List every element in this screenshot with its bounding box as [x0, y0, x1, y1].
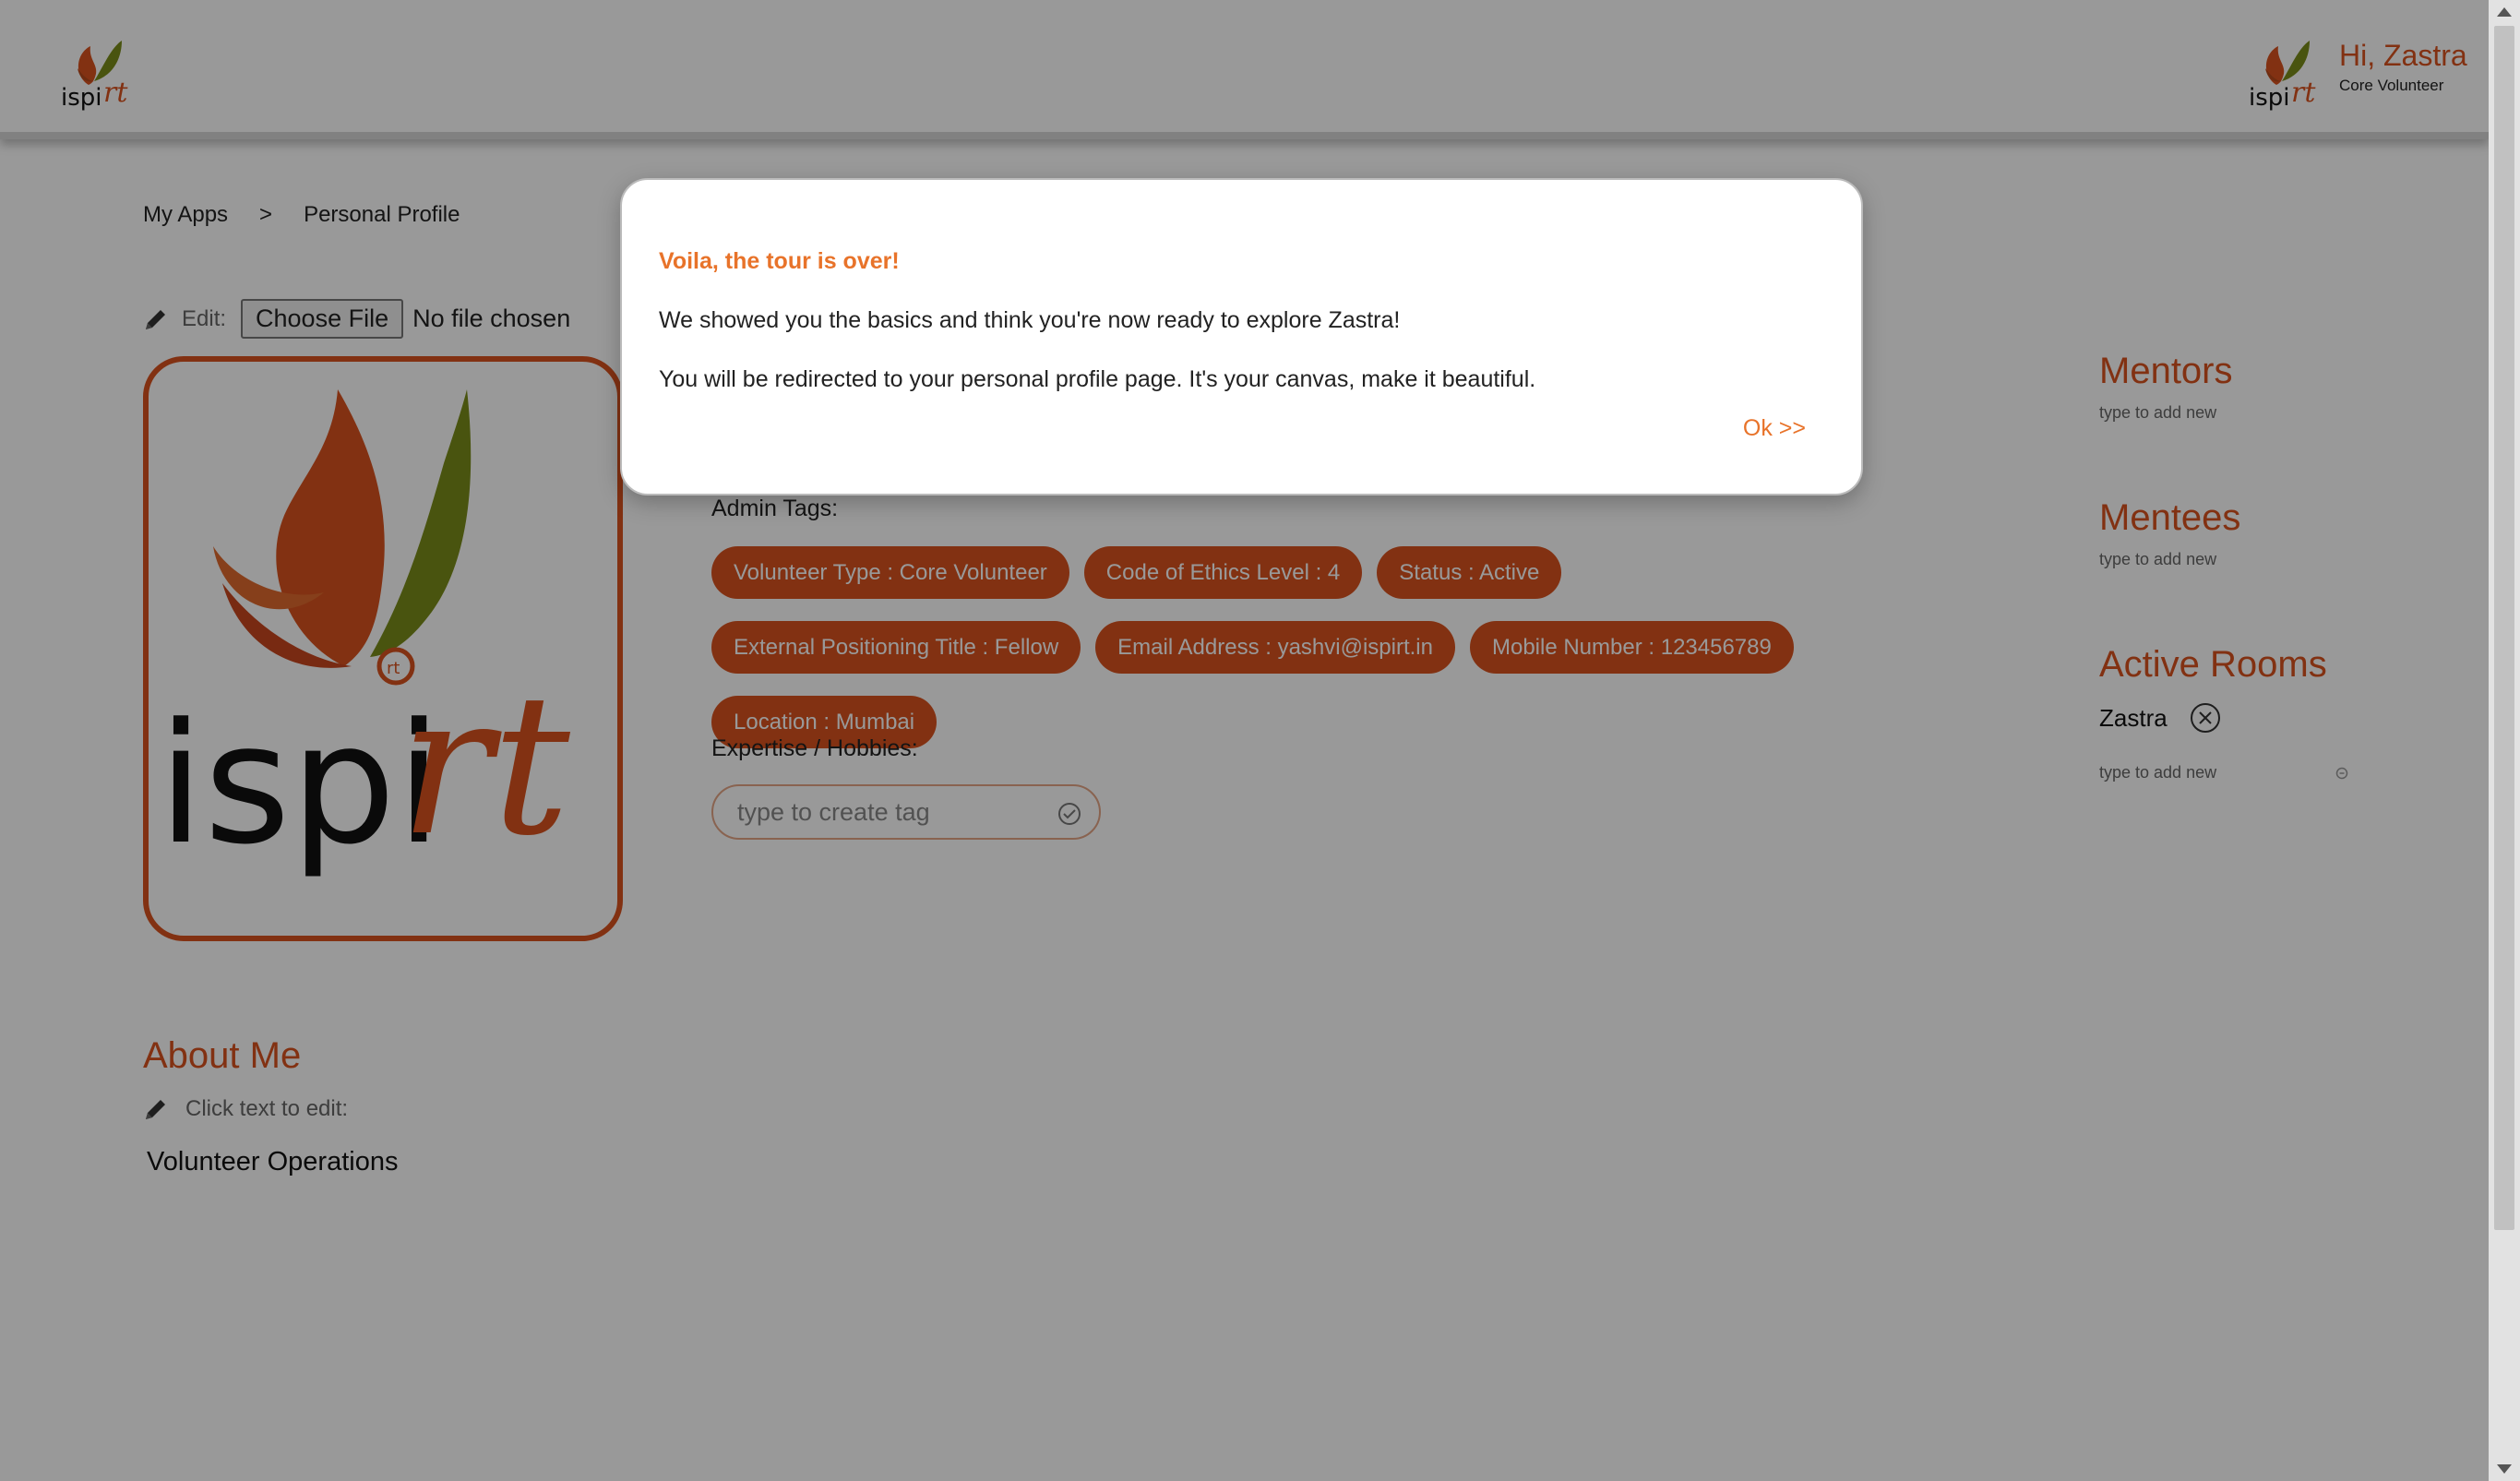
scroll-up-arrow-icon[interactable] — [2497, 7, 2512, 17]
dialog-message-redirect: You will be redirected to your personal … — [659, 366, 1536, 392]
dialog-message: We showed you the basics and think you'r… — [659, 307, 1401, 333]
page-scrollbar[interactable] — [2489, 0, 2520, 1481]
tour-complete-dialog: Voila, the tour is over! We showed you t… — [620, 178, 1863, 496]
dialog-title: Voila, the tour is over! — [659, 248, 900, 274]
ok-button[interactable]: Ok >> — [1743, 415, 1806, 442]
scrollbar-thumb[interactable] — [2494, 26, 2514, 1230]
scroll-down-arrow-icon[interactable] — [2497, 1464, 2512, 1474]
